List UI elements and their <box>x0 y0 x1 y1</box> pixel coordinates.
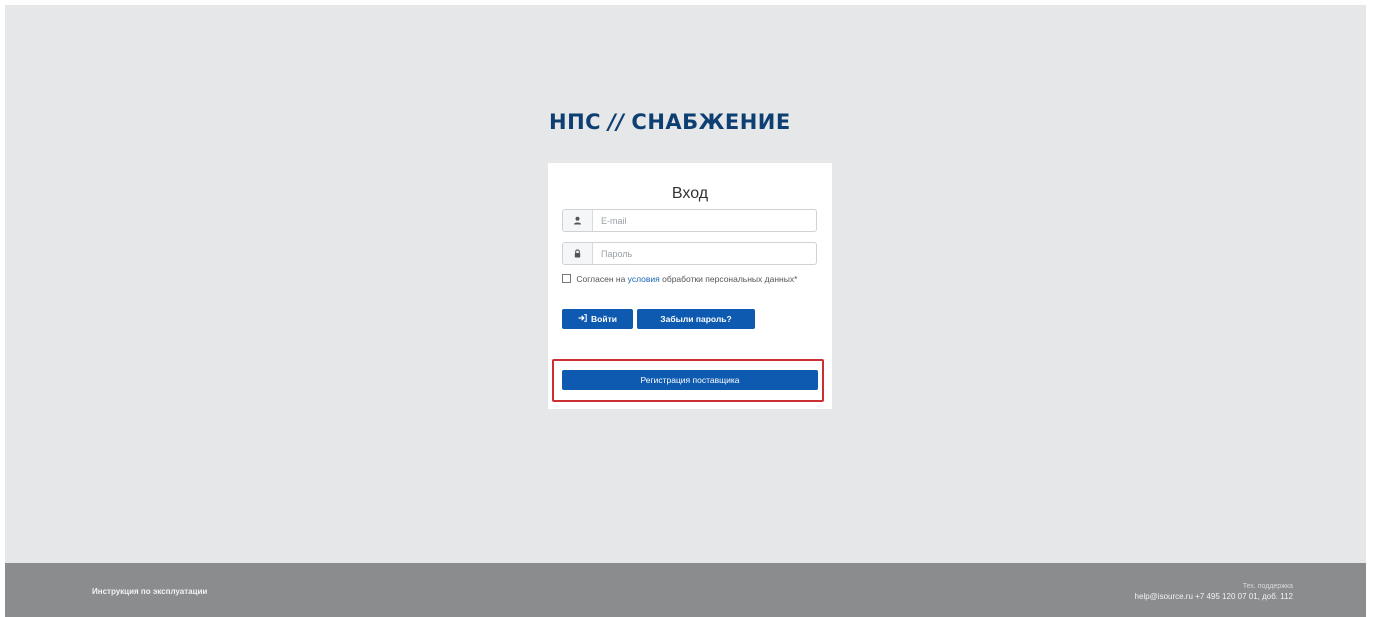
consent-row: Согласен на условия обработки персональн… <box>562 274 812 284</box>
logo-separator: // <box>608 110 625 134</box>
footer: Инструкция по эксплуатации Тех. поддержк… <box>5 563 1366 617</box>
manual-link[interactable]: Инструкция по эксплуатации <box>92 587 207 596</box>
support-label: Тех. поддержка <box>1242 583 1293 590</box>
login-card: Вход Согласен на условия <box>548 163 832 409</box>
support-block: Тех. поддержка help@isource.ru +7 495 12… <box>1135 582 1293 602</box>
user-icon <box>563 210 593 231</box>
sign-in-icon <box>578 314 587 324</box>
forgot-password-button[interactable]: Забыли пароль? <box>637 309 755 329</box>
register-supplier-button[interactable]: Регистрация поставщика <box>562 370 818 390</box>
password-input-group[interactable] <box>562 242 817 265</box>
login-title: Вход <box>671 185 709 202</box>
consent-checkbox[interactable] <box>562 274 571 283</box>
login-screen: НПС // СНАБЖЕНИЕ Вход E-mail Согласен на… <box>5 5 1366 617</box>
email-input[interactable] <box>593 210 816 231</box>
lock-icon <box>563 243 593 264</box>
consent-terms-link[interactable]: условия <box>628 274 660 284</box>
support-contact[interactable]: help@isource.ru +7 495 120 07 01, доб. 1… <box>1135 592 1293 602</box>
brand-logo: НПС // СНАБЖЕНИЕ <box>549 110 791 134</box>
logo-right-text: СНАБЖЕНИЕ <box>631 110 791 134</box>
consent-prefix: Согласен на <box>576 274 626 284</box>
login-button-label: Войти <box>591 314 617 324</box>
consent-suffix: обработки персональных данных* <box>662 274 798 284</box>
login-button[interactable]: Войти <box>562 309 633 329</box>
logo-left-text: НПС <box>549 110 602 134</box>
password-input[interactable] <box>593 243 816 264</box>
email-input-group[interactable] <box>562 209 817 232</box>
